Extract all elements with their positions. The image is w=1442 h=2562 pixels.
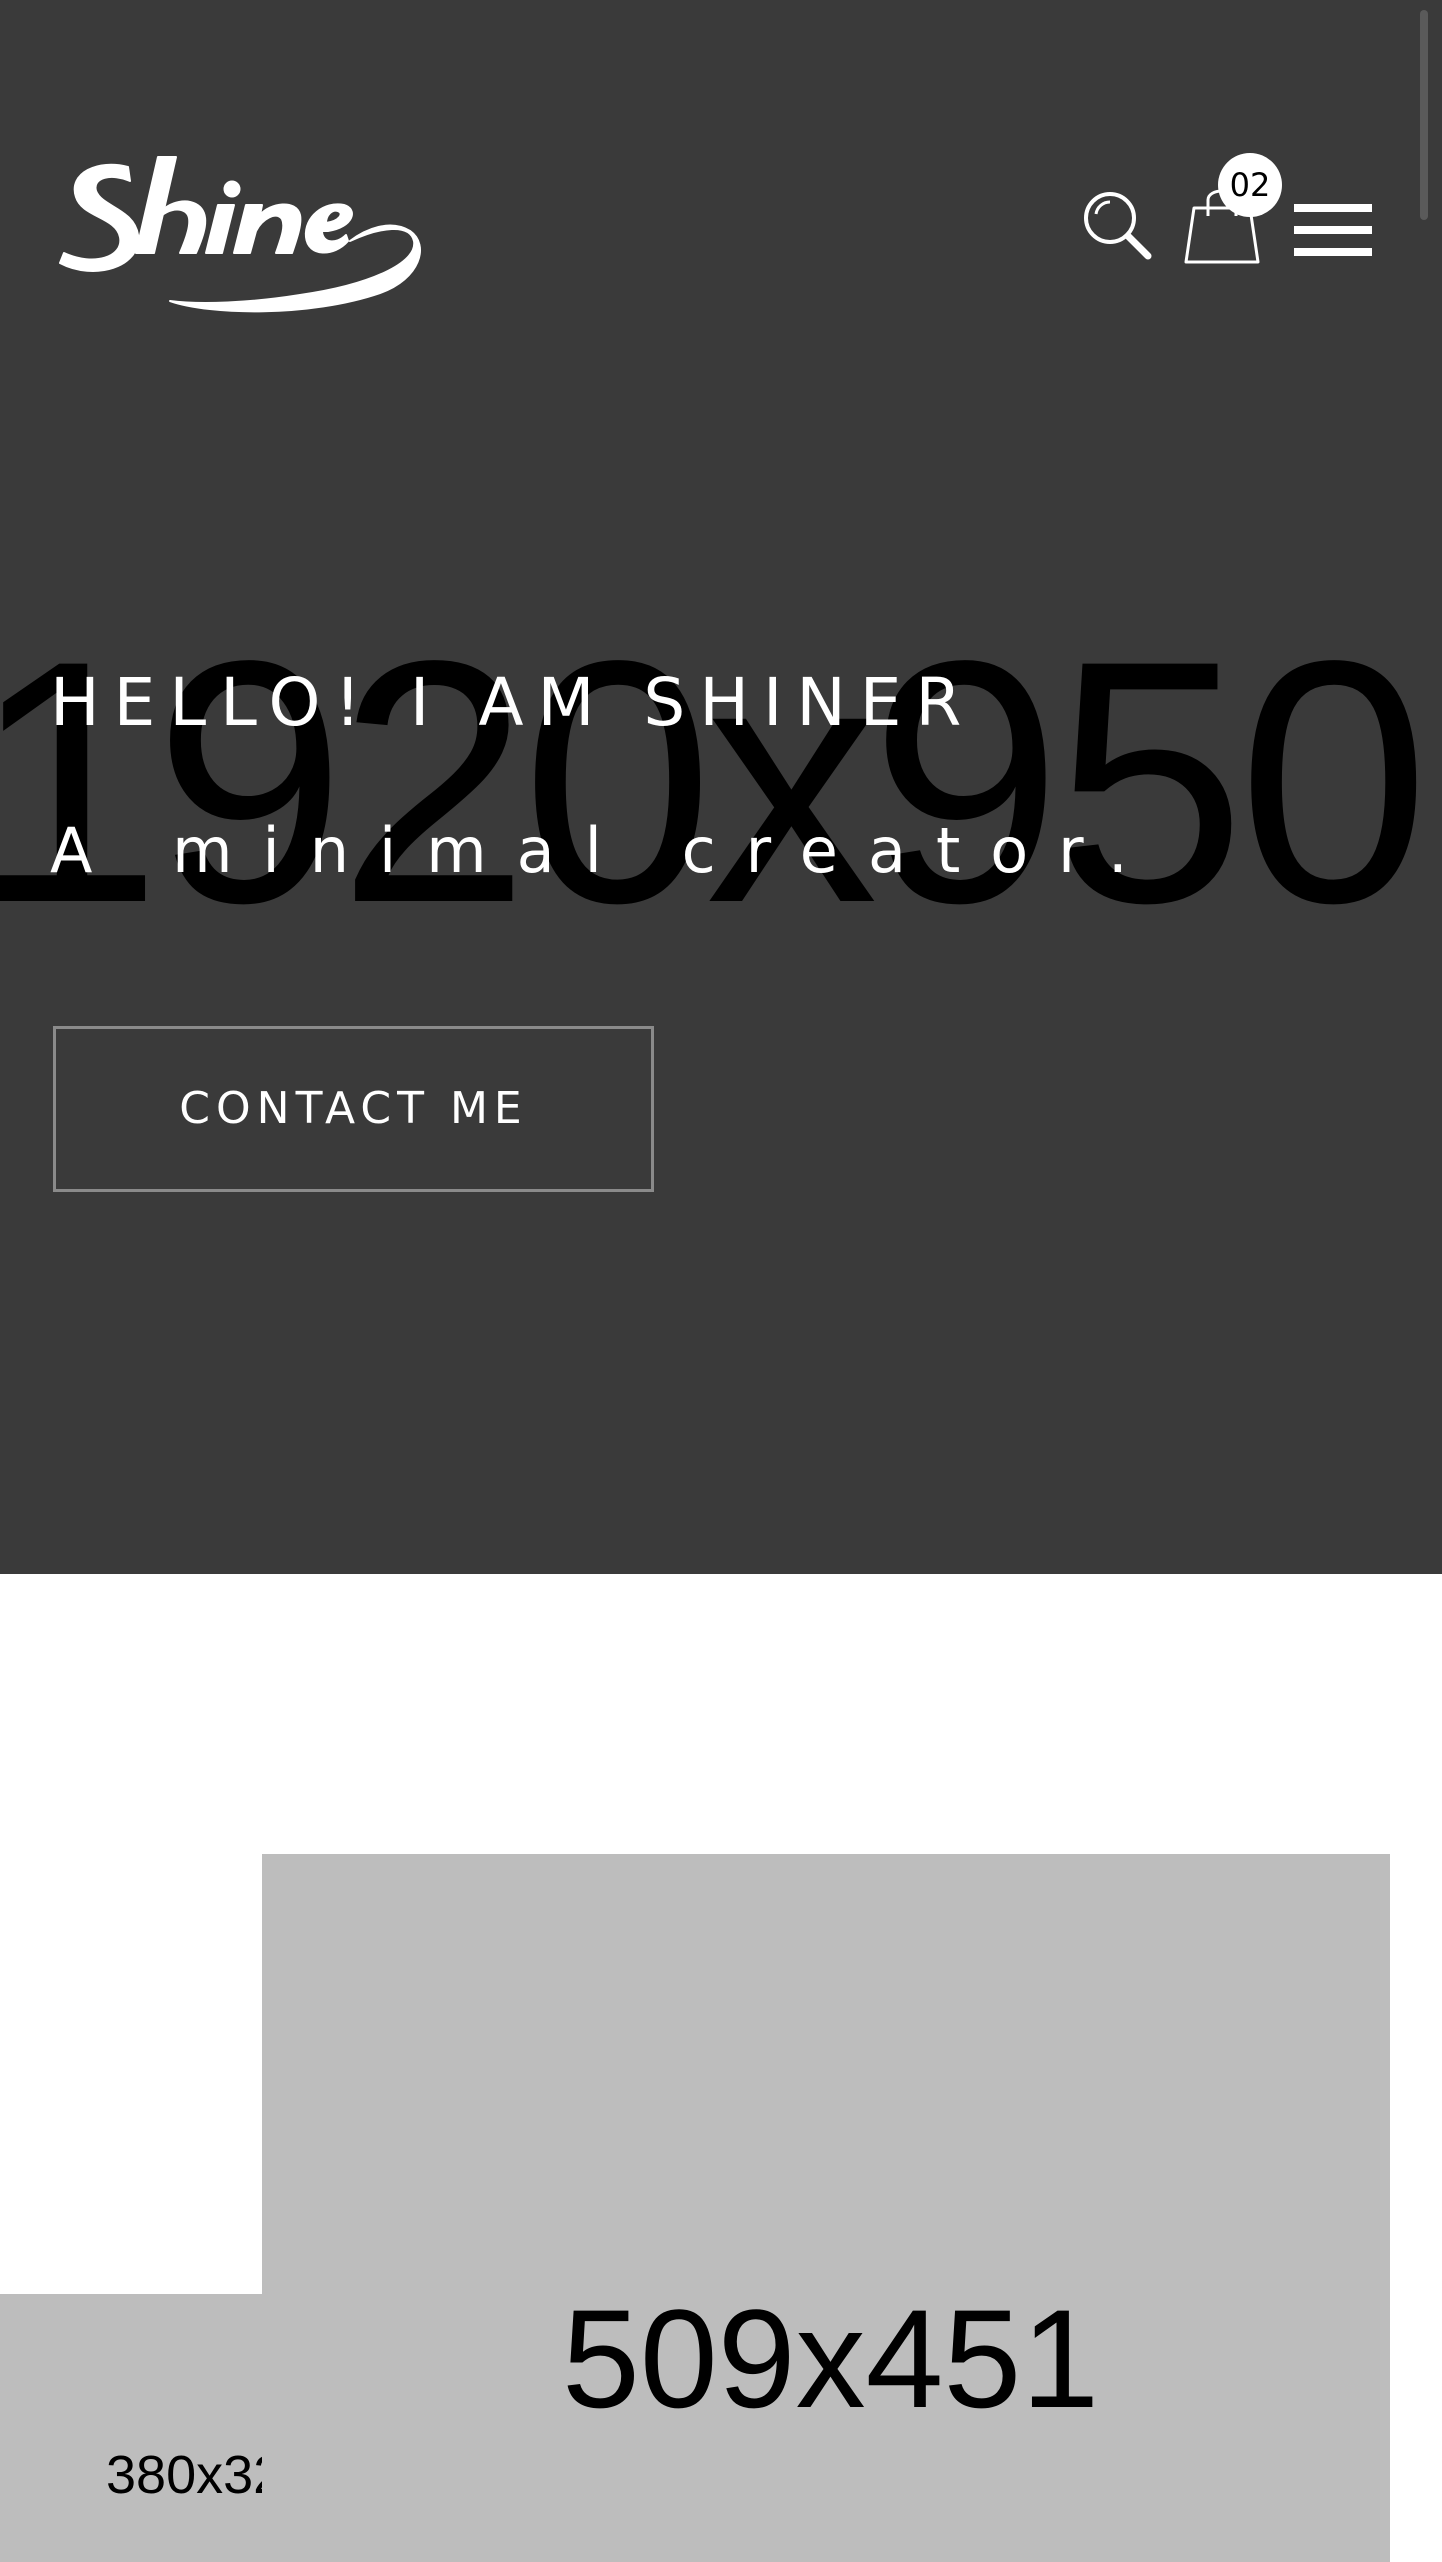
search-button[interactable] <box>1080 188 1154 262</box>
contact-me-button[interactable]: CONTACT ME <box>53 1026 654 1192</box>
image-placeholder-label: 380x32 <box>106 2445 265 2505</box>
gallery-image-large[interactable]: 509x451 <box>262 1854 1390 2562</box>
hero-subtitle: A minimal creator. <box>50 814 1158 887</box>
search-icon <box>1084 192 1152 260</box>
scrollbar[interactable] <box>1420 10 1428 220</box>
logo-wordmark <box>59 156 421 313</box>
cart-count-badge: 02 <box>1218 153 1282 217</box>
hero-background-placeholder: 1920x950 <box>0 590 1430 975</box>
logo[interactable] <box>50 145 430 325</box>
menu-button[interactable] <box>1294 202 1372 258</box>
image-placeholder-label: 509x451 <box>562 2280 1100 2437</box>
hamburger-menu-icon <box>1294 204 1372 256</box>
gallery-image-small[interactable]: 380x32 <box>0 2294 265 2562</box>
hero-section: 1920x950 02 HELLO! I AM SHINER A minimal… <box>0 0 1442 1574</box>
hero-title: HELLO! I AM SHINER <box>50 664 976 741</box>
